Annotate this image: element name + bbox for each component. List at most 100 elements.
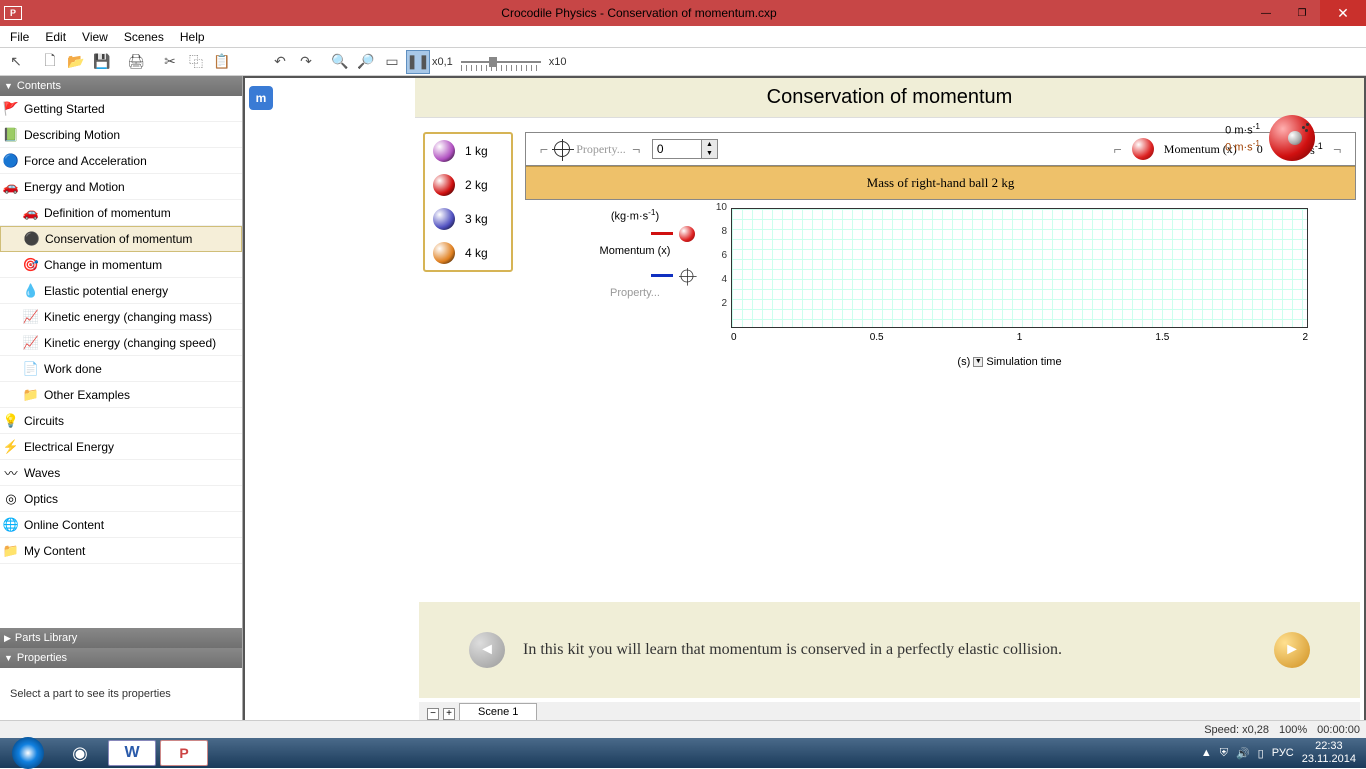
axis-dropdown[interactable]: ▼ <box>973 357 983 367</box>
left-ball[interactable] <box>1288 131 1302 145</box>
properties-panel-header[interactable]: ▼Properties <box>0 648 242 668</box>
tree-item-icon: ⚫ <box>23 230 41 248</box>
tree-item[interactable]: 📁Other Examples <box>0 382 242 408</box>
menu-file[interactable]: File <box>4 28 35 46</box>
tray-show-hidden-icon[interactable]: ▲ <box>1201 747 1212 759</box>
minimize-button[interactable]: — <box>1248 0 1284 26</box>
chevron-down-icon: ▼ <box>4 81 13 91</box>
prev-step-button[interactable]: ◄ <box>469 632 505 668</box>
simulation-playfield[interactable]: 0 m·s-10 m·s-1 <box>526 165 1355 166</box>
menu-edit[interactable]: Edit <box>39 28 72 46</box>
app-icon: P <box>4 6 22 20</box>
tree-item[interactable]: 🌐Online Content <box>0 512 242 538</box>
taskbar-crocodile[interactable]: P <box>160 740 208 766</box>
property-selector[interactable]: Property... <box>534 141 646 157</box>
remove-scene-button[interactable]: − <box>427 708 439 720</box>
taskbar-word[interactable]: W <box>108 740 156 766</box>
tray-clock[interactable]: 22:33 23.11.2014 <box>1302 740 1362 766</box>
instruction-bar: ◄ In this kit you will learn that moment… <box>419 602 1360 698</box>
zoom-out-button[interactable]: 🔎 <box>354 50 378 74</box>
add-scene-button[interactable]: + <box>443 708 455 720</box>
mass-option[interactable]: 4 kg <box>425 236 511 270</box>
close-button[interactable]: ✕ <box>1320 0 1366 26</box>
tree-item[interactable]: 📗Describing Motion <box>0 122 242 148</box>
open-button[interactable]: 📂 <box>64 50 88 74</box>
tree-item[interactable]: 📈Kinetic energy (changing speed) <box>0 330 242 356</box>
mass-option[interactable]: 2 kg <box>425 168 511 202</box>
mass-option[interactable]: 3 kg <box>425 202 511 236</box>
menu-help[interactable]: Help <box>174 28 211 46</box>
tree-item[interactable]: 🚗Definition of momentum <box>0 200 242 226</box>
tree-item[interactable]: 🚩Getting Started <box>0 96 242 122</box>
tree-item[interactable]: 📄Work done <box>0 356 242 382</box>
tree-item[interactable]: 🚗Energy and Motion <box>0 174 242 200</box>
target-icon <box>681 269 694 282</box>
tree-item[interactable]: ⚡Electrical Energy <box>0 434 242 460</box>
spin-down-button[interactable]: ▼ <box>702 149 717 158</box>
start-button[interactable] <box>4 740 52 766</box>
tree-item[interactable]: 📈Kinetic energy (changing mass) <box>0 304 242 330</box>
mass-label: 2 kg <box>465 178 488 192</box>
momentum-chart[interactable]: 108642 00.511.52 (s) ▼ Simulation time <box>703 208 1316 368</box>
tool-cursor[interactable]: ↖ <box>4 50 28 74</box>
tree-item[interactable]: 💡Circuits <box>0 408 242 434</box>
mass-option[interactable]: 1 kg <box>425 134 511 168</box>
zoom-in-button[interactable]: 🔍 <box>328 50 352 74</box>
property-value-spinner[interactable]: ▲▼ <box>652 139 718 159</box>
slider-thumb[interactable] <box>489 57 497 67</box>
tree-item[interactable]: ⚫Conservation of momentum <box>0 226 242 252</box>
print-button[interactable]: 🖨 <box>124 50 148 74</box>
tray-lang[interactable]: РУС <box>1272 747 1294 759</box>
tray-security-icon[interactable]: ⛨ <box>1220 747 1228 760</box>
save-button[interactable]: 💾 <box>90 50 114 74</box>
zoom-fit-button[interactable]: ▭ <box>380 50 404 74</box>
paste-button[interactable]: 📋 <box>210 50 234 74</box>
mass-label: 1 kg <box>465 144 488 158</box>
undo-button[interactable]: ↶ <box>268 50 292 74</box>
tree-item[interactable]: 🔵Force and Acceleration <box>0 148 242 174</box>
chart-legend: (kg·m·s-1) Momentum (x) Property... <box>575 208 695 368</box>
redo-button[interactable]: ↷ <box>294 50 318 74</box>
menu-scenes[interactable]: Scenes <box>118 28 170 46</box>
cut-button[interactable]: ✂ <box>158 50 182 74</box>
tree-item-icon: ⚡ <box>2 438 20 456</box>
tree-item-icon: 💡 <box>2 412 20 430</box>
property-value-input[interactable] <box>653 140 701 158</box>
new-button[interactable]: 🗋 <box>38 50 62 74</box>
legend-swatch-blue <box>651 274 673 277</box>
speed-slider[interactable]: x0,1 x10 <box>432 56 567 68</box>
copy-button[interactable]: ⿻ <box>184 50 208 74</box>
windows-icon <box>12 737 44 769</box>
chevron-down-icon: ▼ <box>4 653 13 663</box>
tree-item-icon: 📄 <box>22 360 40 378</box>
tree-item[interactable]: ◎Optics <box>0 486 242 512</box>
scene-tab-1[interactable]: Scene 1 <box>459 703 537 720</box>
tree-item-icon: ◎ <box>2 490 20 508</box>
tree-item[interactable]: 📁My Content <box>0 538 242 564</box>
parts-panel-header[interactable]: ▶Parts Library <box>0 628 242 648</box>
taskbar-chrome[interactable]: ◉ <box>56 740 104 766</box>
spin-up-button[interactable]: ▲ <box>702 140 717 149</box>
menu-view[interactable]: View <box>76 28 114 46</box>
legend-label-1: Momentum (x) <box>575 245 695 257</box>
tray-volume-icon[interactable]: 🔊 <box>1236 747 1250 760</box>
tree-item[interactable]: 〰Waves <box>0 460 242 486</box>
model-icon[interactable]: m <box>249 86 273 110</box>
tree-item[interactable]: 🎯Change in momentum <box>0 252 242 278</box>
legend-label-2: Property... <box>575 287 695 299</box>
tree-item-icon: 🎯 <box>22 256 40 274</box>
tray-power-icon[interactable]: ▯ <box>1258 747 1264 760</box>
next-step-button[interactable]: ► <box>1274 632 1310 668</box>
sidebar: ▼Contents 🚩Getting Started📗Describing Mo… <box>0 76 243 720</box>
target-icon <box>554 141 570 157</box>
window-titlebar: P Crocodile Physics - Conservation of mo… <box>0 0 1366 26</box>
pause-button[interactable]: ❚❚ <box>406 50 430 74</box>
tree-item-label: Getting Started <box>24 102 105 116</box>
maximize-button[interactable]: ❐ <box>1284 0 1320 26</box>
tree-item[interactable]: 💧Elastic potential energy <box>0 278 242 304</box>
slider-track[interactable] <box>461 61 541 63</box>
mass-picker: 1 kg 2 kg 3 kg4 kg <box>423 132 513 272</box>
contents-panel-header[interactable]: ▼Contents <box>0 76 242 96</box>
system-tray[interactable]: ▲ ⛨ 🔊 ▯ РУС 22:33 23.11.2014 <box>1201 740 1362 766</box>
tree-item-label: Kinetic energy (changing mass) <box>44 310 212 324</box>
